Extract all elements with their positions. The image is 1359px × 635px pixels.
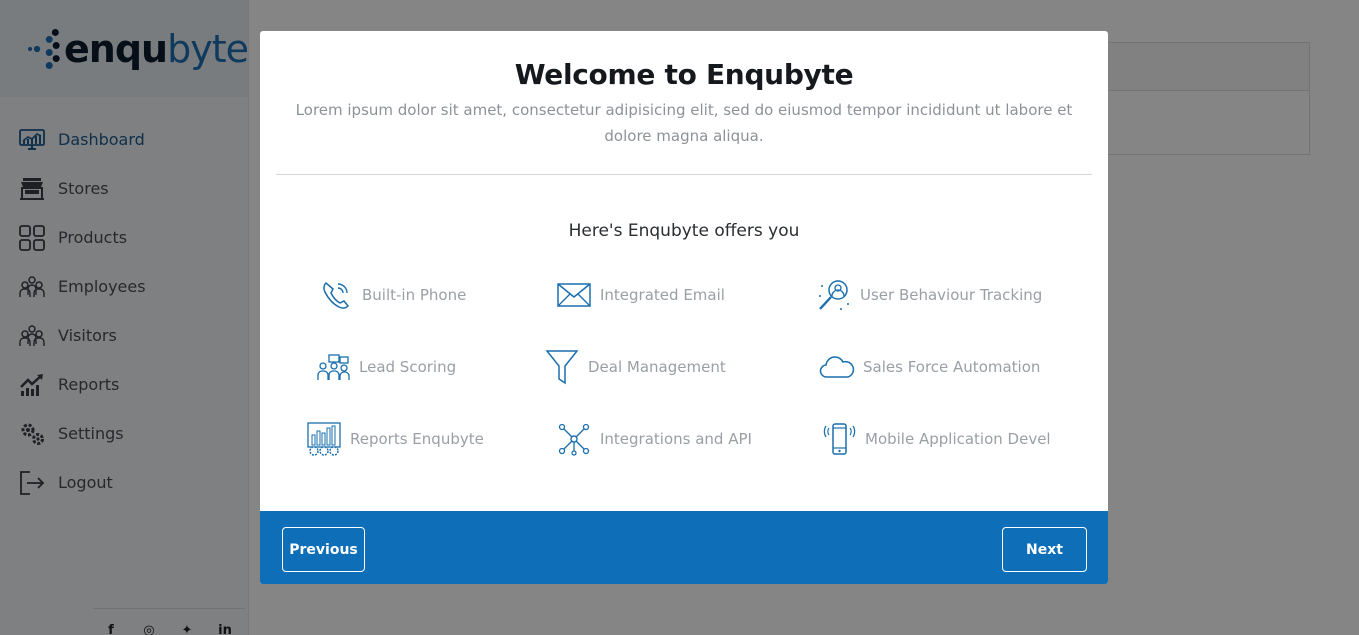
feature-row: Reports Enqubyte Integrations and API Mo… (260, 421, 1108, 493)
feature-label: Sales Force Automation (863, 358, 1041, 376)
modal-description: Lorem ipsum dolor sit amet, consectetur … (295, 101, 1073, 145)
feature-label: Deal Management (588, 358, 726, 376)
feature-item: Built-in Phone (318, 277, 466, 313)
feature-label: Built-in Phone (362, 286, 467, 304)
feature-item: Integrated Email (556, 277, 725, 313)
people-board-icon (315, 349, 351, 385)
feature-item: Sales Force Automation (819, 349, 1040, 385)
offers-heading: Here's Enqubyte offers you (568, 221, 800, 241)
feature-item: User Behaviour Tracking (816, 277, 1042, 313)
modal-title: Welcome to Enqubyte (514, 58, 854, 91)
feature-label: Integrated Email (600, 286, 725, 304)
feature-label: User Behaviour Tracking (860, 286, 1043, 304)
feature-list: Built-in Phone Integrated Email User Beh… (260, 277, 1108, 493)
feature-item: Lead Scoring (315, 349, 456, 385)
feature-label: Mobile Application Devel (865, 430, 1051, 448)
feature-label: Lead Scoring (359, 358, 457, 376)
modal-footer: Previous Next (260, 511, 1108, 584)
funnel-icon (544, 349, 580, 385)
welcome-modal: Welcome to Enqubyte Lorem ipsum dolor si… (260, 31, 1108, 584)
feature-item: Mobile Application Devel (821, 421, 1051, 457)
feature-row: Built-in Phone Integrated Email User Beh… (260, 277, 1108, 349)
feature-label: Integrations and API (600, 430, 752, 448)
envelope-icon (556, 277, 592, 313)
phone-icon (318, 277, 354, 313)
feature-item: Deal Management (544, 349, 726, 385)
feature-label: Reports Enqubyte (350, 430, 484, 448)
feature-row: Lead Scoring Deal Management Sales Force… (260, 349, 1108, 421)
report-gears-icon (306, 421, 342, 457)
previous-button[interactable]: Previous (282, 527, 365, 572)
feature-item: Reports Enqubyte (306, 421, 484, 457)
network-nodes-icon (556, 421, 592, 457)
feature-item: Integrations and API (556, 421, 752, 457)
magnifier-user-icon (816, 277, 852, 313)
mobile-phone-icon (821, 421, 857, 457)
cloud-icon (819, 349, 855, 385)
divider (276, 174, 1092, 175)
next-button[interactable]: Next (1002, 527, 1087, 572)
